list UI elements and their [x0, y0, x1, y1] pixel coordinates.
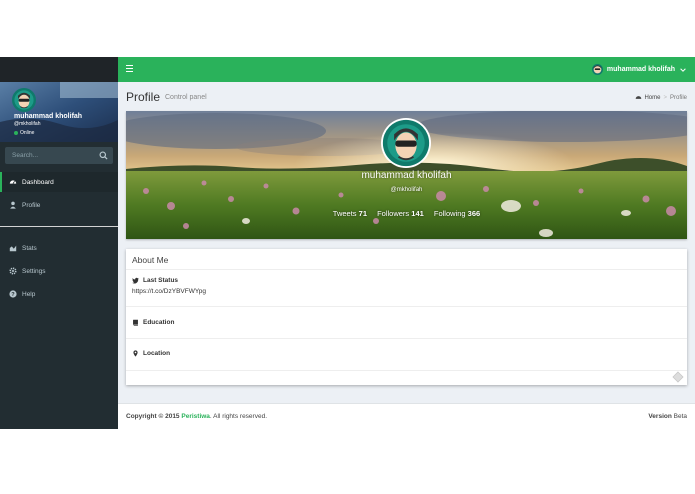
status-dot-icon — [14, 131, 18, 135]
sidebar-header — [0, 57, 118, 82]
stat-followers-value: 141 — [411, 209, 424, 218]
sidebar-item-profile[interactable]: Profile — [0, 195, 118, 215]
footer: Copyright © 2015 Peristiwa. All rights r… — [118, 403, 695, 429]
sidebar-item-help[interactable]: ? Help — [0, 284, 118, 304]
version-label: Version — [648, 413, 672, 420]
sidebar-item-stats[interactable]: Stats — [0, 238, 118, 258]
dashboard-icon — [9, 180, 17, 184]
sidebar-item-dashboard[interactable]: Dashboard — [0, 172, 118, 192]
stat-followers-label: Followers — [377, 209, 410, 218]
stat-following[interactable]: Following 366 — [434, 209, 480, 218]
about-me-title: About Me — [132, 255, 169, 265]
resize-handle-icon[interactable] — [672, 371, 684, 383]
map-marker-icon — [133, 350, 138, 357]
about-me-box: About Me Last Status https://t.co/DzYBVF… — [126, 249, 687, 385]
breadcrumb-current: Profile — [669, 94, 687, 101]
breadcrumb-home[interactable]: Home — [635, 94, 660, 101]
user-status-label: Online — [20, 130, 35, 136]
twitter-icon — [132, 277, 139, 284]
user-menu[interactable]: muhammad kholifah — [591, 63, 687, 76]
sidebar-user-handle: @mkholifah — [14, 121, 41, 127]
profile-handle: @mkholifah — [390, 187, 423, 193]
sidebar-item-label: Stats — [22, 244, 37, 252]
stat-following-value: 366 — [467, 209, 481, 218]
last-status-label: Last Status — [132, 277, 178, 284]
sidebar-search — [5, 147, 113, 164]
navbar-user-name: muhammad kholifah — [606, 66, 675, 73]
last-status-label-text: Last Status — [143, 277, 179, 284]
location-label: Location — [132, 350, 170, 357]
user-icon — [10, 201, 16, 209]
top-navbar: muhammad kholifah — [118, 57, 695, 82]
user-status: Online — [14, 130, 34, 136]
stat-followers[interactable]: Followers 141 — [377, 209, 424, 218]
stat-following-label: Following — [433, 209, 466, 218]
sidebar: muhammad kholifah @mkholifah Online Dash… — [0, 82, 118, 429]
sidebar-divider — [0, 226, 118, 227]
divider — [126, 338, 687, 339]
version: Version Beta — [648, 413, 687, 420]
question-circle-icon: ? — [9, 290, 17, 298]
search-icon[interactable] — [99, 151, 108, 160]
brand-link[interactable]: Peristiwa — [181, 413, 210, 420]
education-label-text: Education — [143, 319, 175, 326]
copyright: Copyright © 2015 Peristiwa. All rights r… — [126, 413, 267, 420]
profile-name: muhammad kholifah — [361, 170, 452, 181]
gear-icon — [9, 267, 17, 275]
user-avatar-icon — [591, 64, 603, 75]
breadcrumb: Home > Profile — [635, 94, 687, 101]
sidebar-item-label: Settings — [22, 267, 46, 275]
location-label-text: Location — [143, 350, 171, 357]
profile-avatar — [381, 118, 431, 168]
last-status-link[interactable]: https://t.co/DzYBVFWYpg — [132, 288, 206, 295]
book-icon — [133, 319, 138, 326]
sidebar-item-label: Help — [22, 290, 36, 298]
sidebar-avatar — [12, 88, 36, 112]
hamburger-icon[interactable] — [126, 65, 133, 73]
sidebar-item-settings[interactable]: Settings — [0, 261, 118, 281]
divider — [126, 269, 687, 270]
copyright-suffix: . All rights reserved. — [209, 413, 267, 420]
dashboard-icon — [636, 96, 642, 99]
stat-tweets[interactable]: Tweets 71 — [333, 209, 367, 218]
sidebar-user-name: muhammad kholifah — [14, 113, 83, 120]
divider — [126, 370, 687, 371]
copyright-prefix: Copyright © 2015 — [126, 413, 180, 420]
sidebar-user-panel: muhammad kholifah @mkholifah Online — [0, 82, 118, 142]
page-title: Profile — [126, 90, 161, 104]
search-input[interactable] — [5, 147, 97, 164]
education-label: Education — [132, 319, 174, 326]
svg-text:?: ? — [11, 292, 15, 298]
breadcrumb-separator: > — [663, 94, 667, 101]
profile-stats: Tweets 71 Followers 141 Following 366 — [126, 209, 687, 218]
profile-banner: muhammad kholifah @mkholifah Tweets 71 F… — [126, 111, 687, 239]
main-content: Profile Control panel Home > Profile muh… — [118, 82, 695, 403]
chevron-down-icon[interactable] — [679, 66, 687, 74]
sidebar-item-label: Profile — [22, 201, 41, 209]
divider — [126, 306, 687, 307]
sidebar-item-label: Dashboard — [22, 178, 54, 186]
stat-tweets-value: 71 — [358, 209, 367, 218]
area-chart-icon — [9, 245, 17, 252]
breadcrumb-home-label: Home — [644, 94, 661, 101]
stat-tweets-label: Tweets — [332, 209, 357, 218]
version-value: Beta — [673, 413, 687, 420]
page-subtitle: Control panel — [165, 94, 207, 101]
